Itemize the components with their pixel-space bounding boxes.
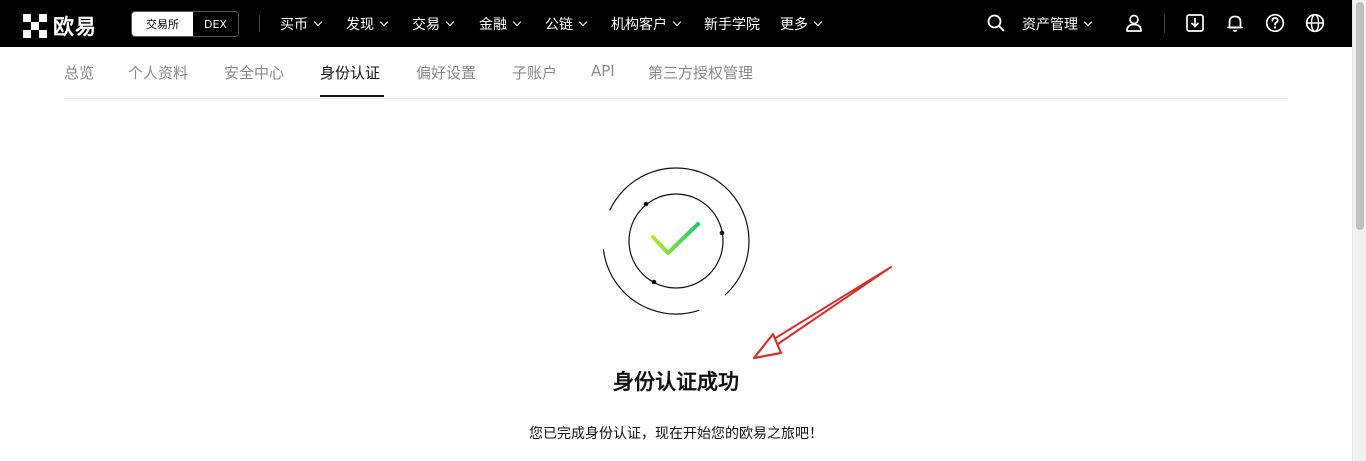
platform-mode-switch: 交易所 DEX	[131, 11, 239, 37]
nav-item-label: 新手学院	[704, 16, 760, 33]
nav-divider	[259, 15, 260, 32]
page-scrollbar[interactable]	[1352, 0, 1366, 461]
top-navigation-bar: 欧易 交易所 DEX 买币 发现 交易 金融 公链 机构客户 新手学院 更多 资…	[0, 0, 1352, 47]
nav-item-label: 机构客户	[611, 16, 667, 33]
bell-icon[interactable]	[1225, 13, 1245, 33]
chevron-down-icon	[1083, 17, 1093, 26]
nav-item-academy[interactable]: 新手学院	[704, 0, 760, 47]
nav-item-label: 买币	[280, 16, 308, 33]
nav-item-chain[interactable]: 公链	[545, 0, 588, 47]
nav-item-buy-crypto[interactable]: 买币	[280, 0, 323, 47]
exchange-mode-tab[interactable]: 交易所	[132, 12, 193, 36]
check-icon	[651, 222, 700, 255]
nav-item-more[interactable]: 更多	[780, 0, 823, 47]
brand-logo[interactable]: 欧易	[23, 11, 97, 41]
active-tab-indicator	[320, 95, 384, 97]
assets-management-menu[interactable]: 资产管理	[1022, 0, 1093, 47]
nav-item-label: 公链	[545, 16, 573, 33]
search-icon[interactable]	[986, 13, 1006, 33]
tab-api[interactable]: API	[591, 62, 615, 80]
tab-subaccounts[interactable]: 子账户	[512, 62, 557, 83]
chevron-down-icon	[313, 17, 323, 26]
chevron-down-icon	[813, 17, 823, 26]
chevron-down-icon	[578, 17, 588, 26]
logo-icon	[23, 14, 47, 38]
tab-overview[interactable]: 总览	[64, 62, 94, 83]
chevron-down-icon	[512, 17, 522, 26]
success-description: 您已完成身份认证，现在开始您的欧易之旅吧！	[529, 426, 823, 442]
chevron-down-icon	[445, 17, 455, 26]
nav-item-label: 金融	[479, 16, 507, 33]
nav-item-finance[interactable]: 金融	[479, 0, 522, 47]
nav-item-label: 更多	[780, 16, 808, 33]
assets-management-label: 资产管理	[1022, 16, 1078, 33]
tab-profile[interactable]: 个人资料	[128, 62, 188, 83]
tab-security[interactable]: 安全中心	[224, 62, 284, 83]
success-check-graphic	[602, 167, 750, 315]
nav-item-institutional[interactable]: 机构客户	[611, 0, 682, 47]
tab-preferences[interactable]: 偏好设置	[416, 62, 476, 83]
download-icon[interactable]	[1185, 13, 1205, 33]
brand-name: 欧易	[53, 15, 97, 39]
nav-item-discover[interactable]: 发现	[346, 0, 389, 47]
annotation-arrow	[752, 266, 892, 360]
nav-item-label: 发现	[346, 16, 374, 33]
globe-icon[interactable]	[1305, 13, 1325, 33]
account-subtabs: 总览 个人资料 安全中心 身份认证 偏好设置 子账户 API 第三方授权管理	[64, 48, 1288, 99]
success-title: 身份认证成功	[613, 370, 739, 394]
dex-mode-tab[interactable]: DEX	[193, 12, 238, 36]
help-icon[interactable]	[1265, 13, 1285, 33]
nav-item-trade[interactable]: 交易	[412, 0, 455, 47]
chevron-down-icon	[672, 17, 682, 26]
tab-identity-verification[interactable]: 身份认证	[320, 62, 380, 83]
user-icon[interactable]	[1124, 13, 1144, 33]
nav-item-label: 交易	[412, 16, 440, 33]
scrollbar-thumb[interactable]	[1356, 2, 1364, 230]
tab-third-party-auth[interactable]: 第三方授权管理	[648, 62, 753, 83]
toolbar-divider	[1164, 14, 1165, 33]
chevron-down-icon	[379, 17, 389, 26]
